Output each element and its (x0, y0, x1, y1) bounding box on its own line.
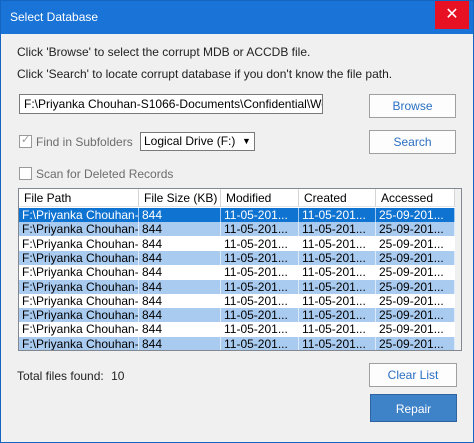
find-in-subfolders-label: Find in Subfolders (36, 135, 133, 149)
cell-accessed: 25-09-201... (376, 279, 455, 294)
title-bar: Select Database ✕ (1, 1, 473, 34)
table-row[interactable]: F:\Priyanka Chouhan-... 844 11-05-201... 11… (19, 250, 455, 265)
browse-button[interactable]: Browse (369, 94, 456, 118)
cell-file-size: 844 (139, 222, 221, 237)
scan-deleted-option[interactable]: Scan for Deleted Records (19, 167, 173, 181)
cell-created: 11-05-201... (299, 236, 376, 251)
cell-file-size: 844 (139, 336, 221, 350)
cell-file-size: 844 (139, 208, 221, 222)
cell-created: 11-05-201... (299, 250, 376, 265)
cell-file-path: F:\Priyanka Chouhan-... (19, 293, 139, 308)
cell-file-size: 844 (139, 322, 221, 337)
cell-accessed: 25-09-201... (376, 265, 455, 280)
scan-deleted-label: Scan for Deleted Records (36, 167, 174, 181)
column-file-path[interactable]: File Path (19, 189, 139, 207)
close-icon: ✕ (445, 6, 459, 23)
table-row[interactable]: F:\Priyanka Chouhan-... 844 11-05-201... 11… (19, 322, 455, 337)
cell-created: 11-05-201... (299, 208, 376, 222)
repair-button[interactable]: Repair (370, 394, 457, 422)
search-button[interactable]: Search (369, 130, 456, 154)
total-files-count: 10 (111, 369, 125, 383)
file-path-field[interactable]: F:\Priyanka Chouhan-S1066-Documents\Conf… (19, 94, 323, 114)
table-row[interactable]: F:\Priyanka Chouhan-... 844 11-05-201... 11… (19, 279, 455, 294)
cell-created: 11-05-201... (299, 265, 376, 280)
cell-modified: 11-05-201... (221, 265, 299, 280)
cell-modified: 11-05-201... (221, 336, 299, 350)
cell-created: 11-05-201... (299, 322, 376, 337)
scan-deleted-checkbox[interactable] (19, 167, 32, 180)
cell-modified: 11-05-201... (221, 236, 299, 251)
column-created[interactable]: Created (299, 189, 376, 207)
cell-accessed: 25-09-201... (376, 222, 455, 237)
cell-file-size: 844 (139, 236, 221, 251)
table-row[interactable]: F:\Priyanka Chouhan-... 844 11-05-201... 11… (19, 208, 455, 222)
cell-file-size: 844 (139, 308, 221, 323)
cell-modified: 11-05-201... (221, 222, 299, 237)
cell-file-size: 844 (139, 279, 221, 294)
close-button[interactable]: ✕ (435, 1, 469, 29)
drive-select-value: Logical Drive (F:) (144, 134, 236, 148)
cell-modified: 11-05-201... (221, 322, 299, 337)
cell-file-path: F:\Priyanka Chouhan-... (19, 308, 139, 323)
cell-created: 11-05-201... (299, 308, 376, 323)
total-files-label: Total files found: (17, 369, 104, 383)
cell-modified: 11-05-201... (221, 279, 299, 294)
cell-created: 11-05-201... (299, 293, 376, 308)
cell-file-size: 844 (139, 250, 221, 265)
cell-modified: 11-05-201... (221, 208, 299, 222)
table-row[interactable]: F:\Priyanka Chouhan-... 844 11-05-201... 11… (19, 336, 455, 350)
column-file-size[interactable]: File Size (KB) (139, 189, 221, 207)
cell-file-path: F:\Priyanka Chouhan-... (19, 265, 139, 280)
cell-created: 11-05-201... (299, 336, 376, 350)
file-list-table[interactable]: File Path File Size (KB) Modified Create… (18, 188, 462, 351)
cell-created: 11-05-201... (299, 222, 376, 237)
cell-modified: 11-05-201... (221, 250, 299, 265)
find-in-subfolders-checkbox[interactable] (19, 133, 32, 148)
column-modified[interactable]: Modified (221, 189, 299, 207)
instruction-search: Click 'Search' to locate corrupt databas… (17, 67, 393, 81)
window-title: Select Database (10, 10, 99, 24)
table-row[interactable]: F:\Priyanka Chouhan-... 844 11-05-201... 11… (19, 293, 455, 308)
column-accessed[interactable]: Accessed (376, 189, 455, 207)
cell-file-path: F:\Priyanka Chouhan-... (19, 208, 139, 222)
cell-accessed: 25-09-201... (376, 308, 455, 323)
table-row[interactable]: F:\Priyanka Chouhan-... 844 11-05-201... 11… (19, 236, 455, 251)
find-in-subfolders-option[interactable]: Find in Subfolders (19, 133, 133, 149)
drive-select[interactable]: Logical Drive (F:) ▼ (140, 132, 255, 151)
cell-file-path: F:\Priyanka Chouhan-... (19, 322, 139, 337)
cell-accessed: 25-09-201... (376, 236, 455, 251)
cell-file-path: F:\Priyanka Chouhan-... (19, 236, 139, 251)
cell-file-path: F:\Priyanka Chouhan-... (19, 336, 139, 350)
cell-accessed: 25-09-201... (376, 336, 455, 350)
cell-modified: 11-05-201... (221, 293, 299, 308)
vertical-scrollbar[interactable] (455, 189, 461, 350)
cell-accessed: 25-09-201... (376, 293, 455, 308)
table-header: File Path File Size (KB) Modified Create… (19, 189, 461, 207)
table-row[interactable]: F:\Priyanka Chouhan-... 844 11-05-201... 11… (19, 308, 455, 323)
cell-file-path: F:\Priyanka Chouhan-... (19, 222, 139, 237)
cell-file-path: F:\Priyanka Chouhan-... (19, 279, 139, 294)
table-row[interactable]: F:\Priyanka Chouhan-... 844 11-05-201... 11… (19, 265, 455, 280)
cell-created: 11-05-201... (299, 279, 376, 294)
cell-file-size: 844 (139, 293, 221, 308)
table-row[interactable]: F:\Priyanka Chouhan-... 844 11-05-201... 11… (19, 222, 455, 237)
instruction-browse: Click 'Browse' to select the corrupt MDB… (17, 45, 311, 59)
cell-file-path: F:\Priyanka Chouhan-... (19, 250, 139, 265)
cell-modified: 11-05-201... (221, 308, 299, 323)
select-database-dialog: Select Database ✕ Click 'Browse' to sele… (0, 0, 474, 443)
clear-list-button[interactable]: Clear List (369, 363, 457, 387)
cell-accessed: 25-09-201... (376, 250, 455, 265)
dropdown-arrow-icon[interactable]: ▼ (239, 133, 254, 150)
cell-accessed: 25-09-201... (376, 322, 455, 337)
total-files: Total files found: 10 (17, 369, 124, 383)
cell-file-size: 844 (139, 265, 221, 280)
cell-accessed: 25-09-201... (376, 208, 455, 222)
